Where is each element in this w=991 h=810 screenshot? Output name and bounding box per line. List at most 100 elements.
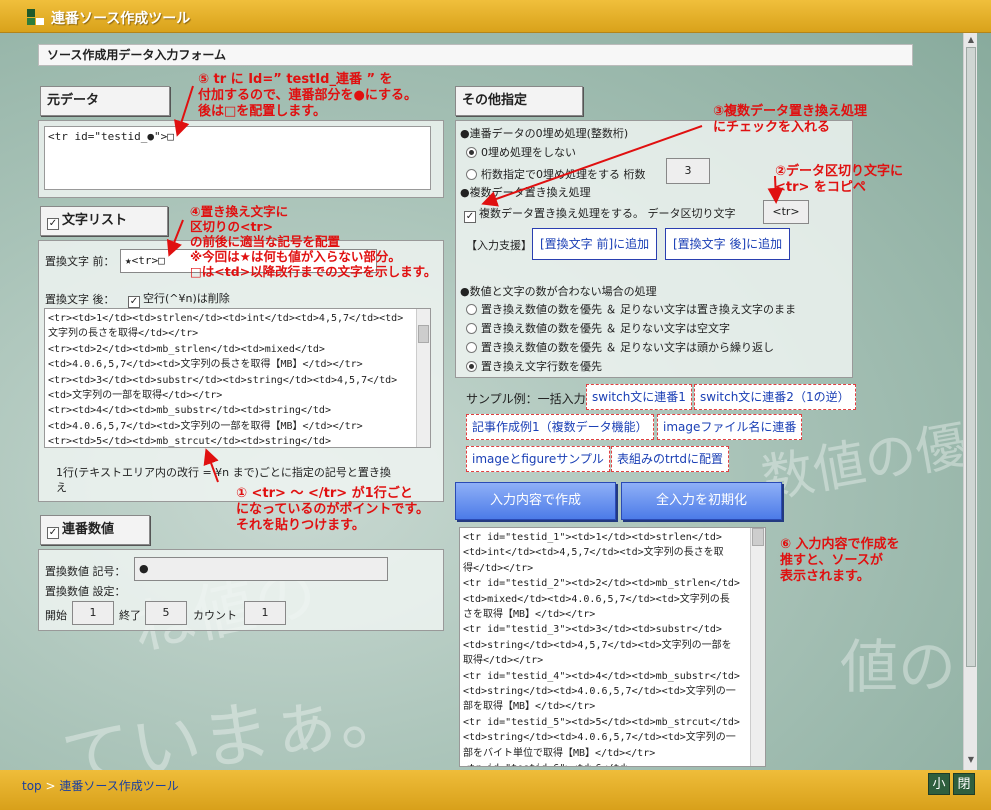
after-textarea-line: <tr><td>1</td><td>strlen</td><td>int</td…: [48, 313, 404, 324]
annotation-3: ③複数データ置き換え処理 にチェックを入れる: [713, 104, 868, 135]
end-label: 終了: [119, 609, 141, 622]
annotation-6: ⑥ 入力内容で作成を 推すと、ソースが 表示されます。: [780, 537, 900, 584]
mismatch-opt3-label: 置き換え数値の数を優先 ＆ 足りない文字は頭から繰り返し: [481, 341, 774, 354]
after-textarea-line: <tr><td>4</td><td>mb_substr</td><td>stri…: [48, 405, 331, 417]
sample-label: サンプル例：一括入力: [466, 392, 586, 406]
mismatch-opt2-label: 置き換え数値の数を優先 ＆ 足りない文字は空文字: [481, 322, 730, 335]
output-textarea-line: <tr id="testid_3"><td>3</td><td>substr</…: [463, 624, 722, 636]
breadcrumb-separator: >: [41, 779, 60, 793]
annotation-5: ⑤ tr に Id=” testId_連番 ” を 付加するので、連番部分を●に…: [198, 72, 417, 119]
output-textarea-line: 部をバイト単位で取得【MB】</td></tr>: [463, 747, 656, 759]
zero-opt1-radio[interactable]: [466, 147, 477, 158]
scroll-up-icon[interactable]: ▲: [966, 35, 976, 45]
seq-heading-label: 連番数値: [62, 522, 115, 537]
small-button[interactable]: 小: [928, 773, 950, 795]
seq-checkbox[interactable]: ✓: [47, 527, 59, 539]
sample-table-trtd[interactable]: 表組みのtrtdに配置: [611, 446, 729, 472]
zero-opt1-label: 0埋め処理をしない: [481, 146, 576, 159]
setting-label: 置換数値 設定：: [45, 585, 126, 598]
reset-button[interactable]: 全入力を初期化: [621, 482, 782, 520]
output-scrollbar[interactable]: [750, 528, 765, 766]
output-textarea[interactable]: <tr id="testid_1"><td>1</td><td>strlen</…: [459, 527, 766, 767]
output-textarea-line: <td>int</td><td>4,5,7</td><td>文字列の長さを取: [463, 547, 724, 559]
delimiter-input[interactable]: <tr>: [763, 200, 809, 224]
sample-article[interactable]: 記事作成例1（複数データ機能）: [466, 414, 654, 440]
mismatch-opt2[interactable]: 置き換え数値の数を優先 ＆ 足りない文字は空文字: [466, 320, 730, 336]
charlist-checkbox[interactable]: ✓: [47, 218, 59, 230]
count-label: カウント: [193, 609, 237, 622]
before-label: 置換文字 前：: [45, 255, 115, 268]
annotation-2: ②データ区切り文字に <tr> をコピペ: [775, 164, 904, 195]
source-heading: 元データ: [40, 86, 170, 116]
output-textarea-line: <tr id="testid_1"><td>1</td><td>strlen</…: [463, 532, 722, 543]
mark-label: 置換数値 記号：: [45, 565, 126, 578]
source-textarea[interactable]: <tr id="testid_●">□: [44, 126, 431, 190]
create-button[interactable]: 入力内容で作成: [455, 482, 616, 520]
sample-switch1[interactable]: switch文に連番1: [586, 384, 692, 410]
output-textarea-line: <tr id="testid_5"><td>5</td><td>mb_strcu…: [463, 716, 740, 728]
mismatch-opt3-radio[interactable]: [466, 342, 477, 353]
multi-title: ●複数データ置き換え処理: [460, 186, 591, 199]
zero-opt2-radio[interactable]: [466, 169, 477, 180]
sample-image-figure[interactable]: imageとfigureサンプル: [466, 446, 610, 472]
title-bar: 連番ソース作成ツール: [0, 0, 991, 33]
mismatch-opt3[interactable]: 置き換え数値の数を優先 ＆ 足りない文字は頭から繰り返し: [466, 339, 774, 355]
support-label: 【入力支援】: [466, 239, 532, 252]
after-textarea-line: <td>4.0.6,5,7</td><td>文字列の一部を取得【MB】</td>…: [48, 420, 363, 432]
after-textarea-line: <tr><td>3</td><td>substr</td><td>string<…: [48, 374, 398, 386]
zero-opt2-label: 桁数指定で0埋め処理をする 桁数: [481, 168, 646, 181]
output-textarea-line: <td>string</td><td>4.0.6,5,7</td><td>文字列…: [463, 686, 736, 698]
after-textarea[interactable]: <tr><td>1</td><td>strlen</td><td>int</td…: [44, 308, 431, 448]
app-title: 連番ソース作成ツール: [51, 11, 191, 27]
zero-opt2[interactable]: 桁数指定で0埋め処理をする 桁数: [466, 166, 646, 182]
mismatch-opt4-radio[interactable]: [466, 361, 477, 372]
app-logo-icon: [27, 9, 45, 25]
scroll-down-icon[interactable]: ▼: [966, 755, 976, 765]
output-textarea-line: <td>string</td><td>4.0.6,5,7</td><td>文字列…: [463, 732, 736, 744]
seq-heading[interactable]: ✓ 連番数値: [40, 515, 150, 545]
scrollbar-thumb[interactable]: [966, 47, 976, 667]
add-after-button[interactable]: [置換文字 後]に追加: [665, 228, 791, 260]
mark-input[interactable]: ●: [134, 557, 388, 581]
page-scrollbar[interactable]: ▲ ▼: [963, 33, 977, 770]
output-textarea-line: さを取得【MB】</td></tr>: [463, 609, 596, 621]
sample-switch2[interactable]: switch文に連番2（1の逆）: [694, 384, 856, 410]
mismatch-opt1[interactable]: 置き換え数値の数を優先 ＆ 足りない文字は置き換え文字のまま: [466, 301, 796, 317]
mismatch-opt2-radio[interactable]: [466, 323, 477, 334]
multi-check-label: 複数データ置き換え処理をする。 データ区切り文字: [479, 207, 736, 220]
after-textarea-line: <td>文字列の一部を取得</td></tr>: [48, 390, 223, 402]
mismatch-opt1-radio[interactable]: [466, 304, 477, 315]
charlist-heading-label: 文字リスト: [62, 213, 128, 228]
end-input[interactable]: 5: [145, 601, 187, 625]
start-input[interactable]: 1: [72, 601, 114, 625]
mismatch-opt4[interactable]: 置き換え文字行数を優先: [466, 358, 602, 374]
zero-opt1[interactable]: 0埋め処理をしない: [466, 144, 576, 160]
after-textarea-line: <tr><td>5</td><td>mb_strcut</td><td>stri…: [48, 436, 331, 448]
other-heading: その他指定: [455, 86, 583, 116]
skip-empty-checkbox[interactable]: ✓: [128, 296, 140, 308]
sample-image-filename[interactable]: imageファイル名に連番: [657, 414, 803, 440]
output-textarea-line: 得</td></tr>: [463, 562, 534, 574]
multi-check[interactable]: ✓ 複数データ置き換え処理をする。 データ区切り文字: [464, 205, 736, 223]
skip-empty-lines[interactable]: ✓ 空行(^¥n)は削除: [128, 290, 230, 308]
mismatch-opt1-label: 置き換え数値の数を優先 ＆ 足りない文字は置き換え文字のまま: [481, 303, 796, 316]
start-label: 開始: [45, 609, 67, 622]
multi-checkbox[interactable]: ✓: [464, 211, 476, 223]
digits-input[interactable]: 3: [666, 158, 710, 184]
count-input[interactable]: 1: [244, 601, 286, 625]
output-textarea-line: 取得</td></tr>: [463, 655, 544, 667]
output-textarea-line: <tr id="testid_4"><td>4</td><td>mb_subst…: [463, 670, 740, 682]
breadcrumb: top > 連番ソース作成ツール: [22, 777, 179, 794]
mismatch-opt4-label: 置き換え文字行数を優先: [481, 360, 602, 373]
mismatch-title: ●数値と文字の数が合わない場合の処理: [460, 285, 657, 298]
breadcrumb-page-link[interactable]: 連番ソース作成ツール: [59, 779, 178, 793]
output-textarea-line: <tr id="testid_6"><td>6</td>: [463, 761, 747, 766]
breadcrumb-top-link[interactable]: top: [22, 779, 42, 793]
after-textarea-line: <tr><td>2</td><td>mb_strlen</td><td>mixe…: [48, 343, 325, 355]
add-before-button[interactable]: [置換文字 前]に追加: [532, 228, 658, 260]
skip-empty-label: 空行(^¥n)は削除: [143, 292, 230, 305]
after-textarea-scrollbar[interactable]: [416, 309, 430, 447]
charlist-heading[interactable]: ✓ 文字リスト: [40, 206, 168, 236]
form-heading: ソース作成用データ入力フォーム: [38, 44, 913, 66]
close-button[interactable]: 閉: [953, 773, 975, 795]
